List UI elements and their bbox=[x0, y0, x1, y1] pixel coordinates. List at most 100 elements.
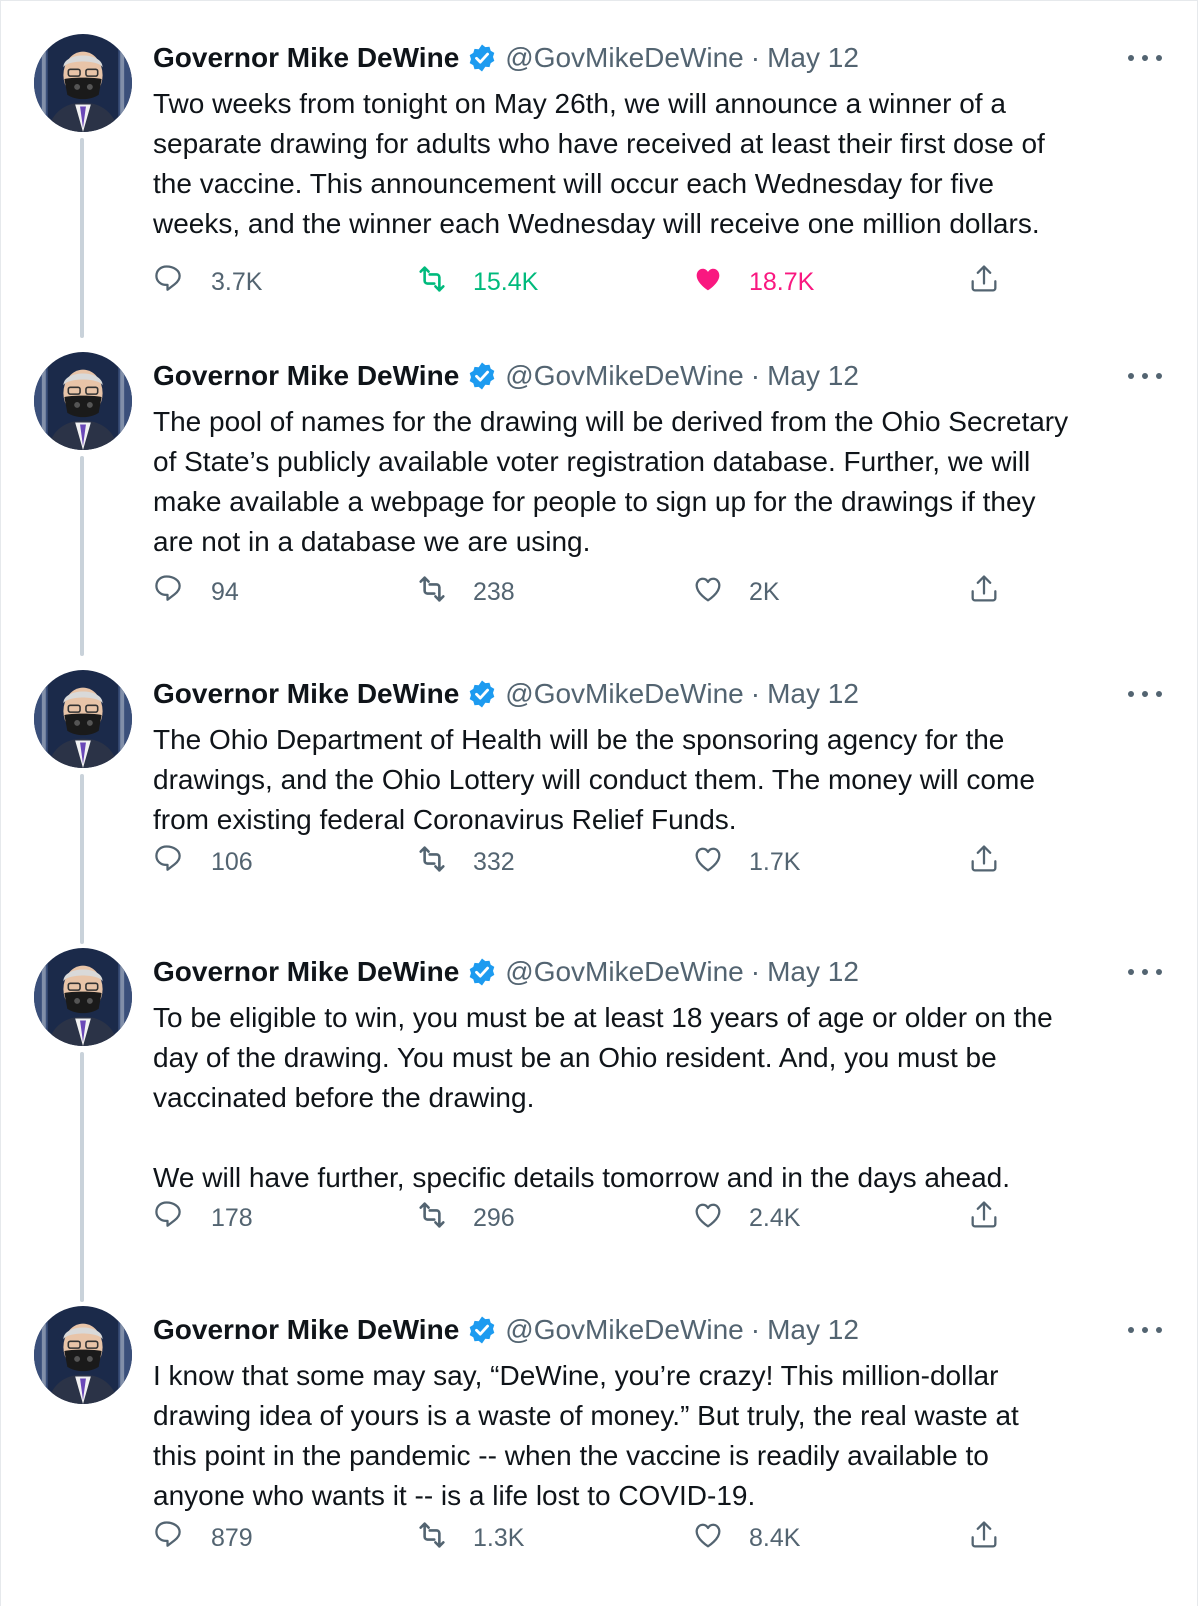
retweet-count: 238 bbox=[473, 577, 515, 606]
like-count: 2.4K bbox=[749, 1203, 801, 1232]
author-handle[interactable]: @GovMikeDeWine bbox=[505, 40, 743, 76]
heart-icon bbox=[691, 1198, 749, 1239]
tweet-text: The Ohio Department of Health will be th… bbox=[153, 724, 1035, 835]
author-handle[interactable]: @GovMikeDeWine bbox=[505, 676, 743, 712]
like-count: 18.7K bbox=[749, 267, 815, 296]
share-icon bbox=[967, 1198, 1025, 1239]
separator-dot: · bbox=[750, 42, 761, 73]
verified-badge-icon bbox=[467, 957, 497, 987]
reply-icon bbox=[153, 262, 211, 303]
verified-badge-icon bbox=[467, 43, 497, 73]
reply-icon bbox=[153, 1198, 211, 1239]
tweet[interactable]: Governor Mike DeWine @GovMikeDeWine · Ma… bbox=[0, 1306, 1200, 1608]
tweet[interactable]: Governor Mike DeWine @GovMikeDeWine · Ma… bbox=[0, 34, 1200, 352]
retweet-button[interactable]: 296 bbox=[415, 1198, 515, 1238]
tweet-actions: 94 238 2K bbox=[153, 572, 1013, 612]
avatar[interactable] bbox=[34, 948, 132, 1046]
tweet-header: Governor Mike DeWine @GovMikeDeWine · Ma… bbox=[153, 676, 859, 712]
verified-badge-icon bbox=[467, 361, 497, 391]
tweet-header: Governor Mike DeWine @GovMikeDeWine · Ma… bbox=[153, 954, 859, 990]
retweet-icon bbox=[415, 262, 473, 303]
share-button[interactable] bbox=[967, 262, 1025, 302]
tweet-header: Governor Mike DeWine @GovMikeDeWine · Ma… bbox=[153, 358, 859, 394]
tweet-date[interactable]: May 12 bbox=[767, 954, 859, 990]
reply-button[interactable]: 879 bbox=[153, 1518, 253, 1558]
reply-icon bbox=[153, 572, 211, 613]
tweet-date[interactable]: May 12 bbox=[767, 358, 859, 394]
more-icon[interactable] bbox=[1128, 684, 1162, 704]
tweet-date[interactable]: May 12 bbox=[767, 1312, 859, 1348]
author-handle[interactable]: @GovMikeDeWine bbox=[505, 1312, 743, 1348]
like-count: 1.7K bbox=[749, 847, 801, 876]
retweet-icon bbox=[415, 842, 473, 883]
separator-dot: · bbox=[750, 360, 761, 391]
separator-dot: · bbox=[750, 678, 761, 709]
tweet-text: The pool of names for the drawing will b… bbox=[153, 406, 1069, 557]
more-icon[interactable] bbox=[1128, 1320, 1162, 1340]
separator-dot: · bbox=[750, 956, 761, 987]
author-handle[interactable]: @GovMikeDeWine bbox=[505, 954, 743, 990]
avatar[interactable] bbox=[34, 352, 132, 450]
more-icon[interactable] bbox=[1128, 366, 1162, 386]
reply-button[interactable]: 94 bbox=[153, 572, 239, 612]
tweet[interactable]: Governor Mike DeWine @GovMikeDeWine · Ma… bbox=[0, 948, 1200, 1306]
tweet-actions: 106 332 1.7K bbox=[153, 842, 1013, 882]
share-icon bbox=[967, 842, 1025, 883]
share-button[interactable] bbox=[967, 1198, 1025, 1238]
tweet-header: Governor Mike DeWine @GovMikeDeWine · Ma… bbox=[153, 40, 859, 76]
heart-icon bbox=[691, 1518, 749, 1559]
author-handle[interactable]: @GovMikeDeWine bbox=[505, 358, 743, 394]
reply-icon bbox=[153, 842, 211, 883]
more-icon[interactable] bbox=[1128, 48, 1162, 68]
reply-count: 106 bbox=[211, 847, 253, 876]
author-name[interactable]: Governor Mike DeWine bbox=[153, 676, 459, 712]
separator-dot: · bbox=[750, 1314, 761, 1345]
tweet-text: I know that some may say, “DeWine, you’r… bbox=[153, 1360, 1019, 1511]
retweet-button[interactable]: 332 bbox=[415, 842, 515, 882]
retweet-icon bbox=[415, 572, 473, 613]
like-button[interactable]: 18.7K bbox=[691, 262, 814, 302]
tweet-text: To be eligible to win, you must be at le… bbox=[153, 1002, 1053, 1193]
heart-icon bbox=[691, 262, 749, 303]
share-button[interactable] bbox=[967, 572, 1025, 612]
reply-count: 879 bbox=[211, 1523, 253, 1552]
thread-connector bbox=[80, 774, 84, 944]
retweet-count: 15.4K bbox=[473, 267, 539, 296]
thread-connector bbox=[80, 456, 84, 656]
author-name[interactable]: Governor Mike DeWine bbox=[153, 1312, 459, 1348]
tweet[interactable]: Governor Mike DeWine @GovMikeDeWine · Ma… bbox=[0, 352, 1200, 670]
retweet-button[interactable]: 15.4K bbox=[415, 262, 538, 302]
tweet-actions: 178 296 2.4K bbox=[153, 1198, 1013, 1238]
tweet-header: Governor Mike DeWine @GovMikeDeWine · Ma… bbox=[153, 1312, 859, 1348]
retweet-button[interactable]: 238 bbox=[415, 572, 515, 612]
author-name[interactable]: Governor Mike DeWine bbox=[153, 40, 459, 76]
reply-button[interactable]: 178 bbox=[153, 1198, 253, 1238]
more-icon[interactable] bbox=[1128, 962, 1162, 982]
like-button[interactable]: 2K bbox=[691, 572, 780, 612]
heart-icon bbox=[691, 842, 749, 883]
reply-button[interactable]: 106 bbox=[153, 842, 253, 882]
like-button[interactable]: 8.4K bbox=[691, 1518, 800, 1558]
reply-count: 178 bbox=[211, 1203, 253, 1232]
retweet-count: 296 bbox=[473, 1203, 515, 1232]
avatar[interactable] bbox=[34, 670, 132, 768]
share-icon bbox=[967, 1518, 1025, 1559]
share-icon bbox=[967, 262, 1025, 303]
tweet[interactable]: Governor Mike DeWine @GovMikeDeWine · Ma… bbox=[0, 670, 1200, 948]
avatar[interactable] bbox=[34, 1306, 132, 1404]
reply-button[interactable]: 3.7K bbox=[153, 262, 262, 302]
tweet-actions: 3.7K 15.4K 18.7K bbox=[153, 262, 1013, 302]
retweet-icon bbox=[415, 1518, 473, 1559]
tweet-date[interactable]: May 12 bbox=[767, 676, 859, 712]
author-name[interactable]: Governor Mike DeWine bbox=[153, 358, 459, 394]
retweet-button[interactable]: 1.3K bbox=[415, 1518, 524, 1558]
share-button[interactable] bbox=[967, 842, 1025, 882]
like-button[interactable]: 2.4K bbox=[691, 1198, 800, 1238]
like-count: 2K bbox=[749, 577, 780, 606]
author-name[interactable]: Governor Mike DeWine bbox=[153, 954, 459, 990]
like-button[interactable]: 1.7K bbox=[691, 842, 800, 882]
share-button[interactable] bbox=[967, 1518, 1025, 1558]
tweet-date[interactable]: May 12 bbox=[767, 40, 859, 76]
avatar[interactable] bbox=[34, 34, 132, 132]
reply-icon bbox=[153, 1518, 211, 1559]
